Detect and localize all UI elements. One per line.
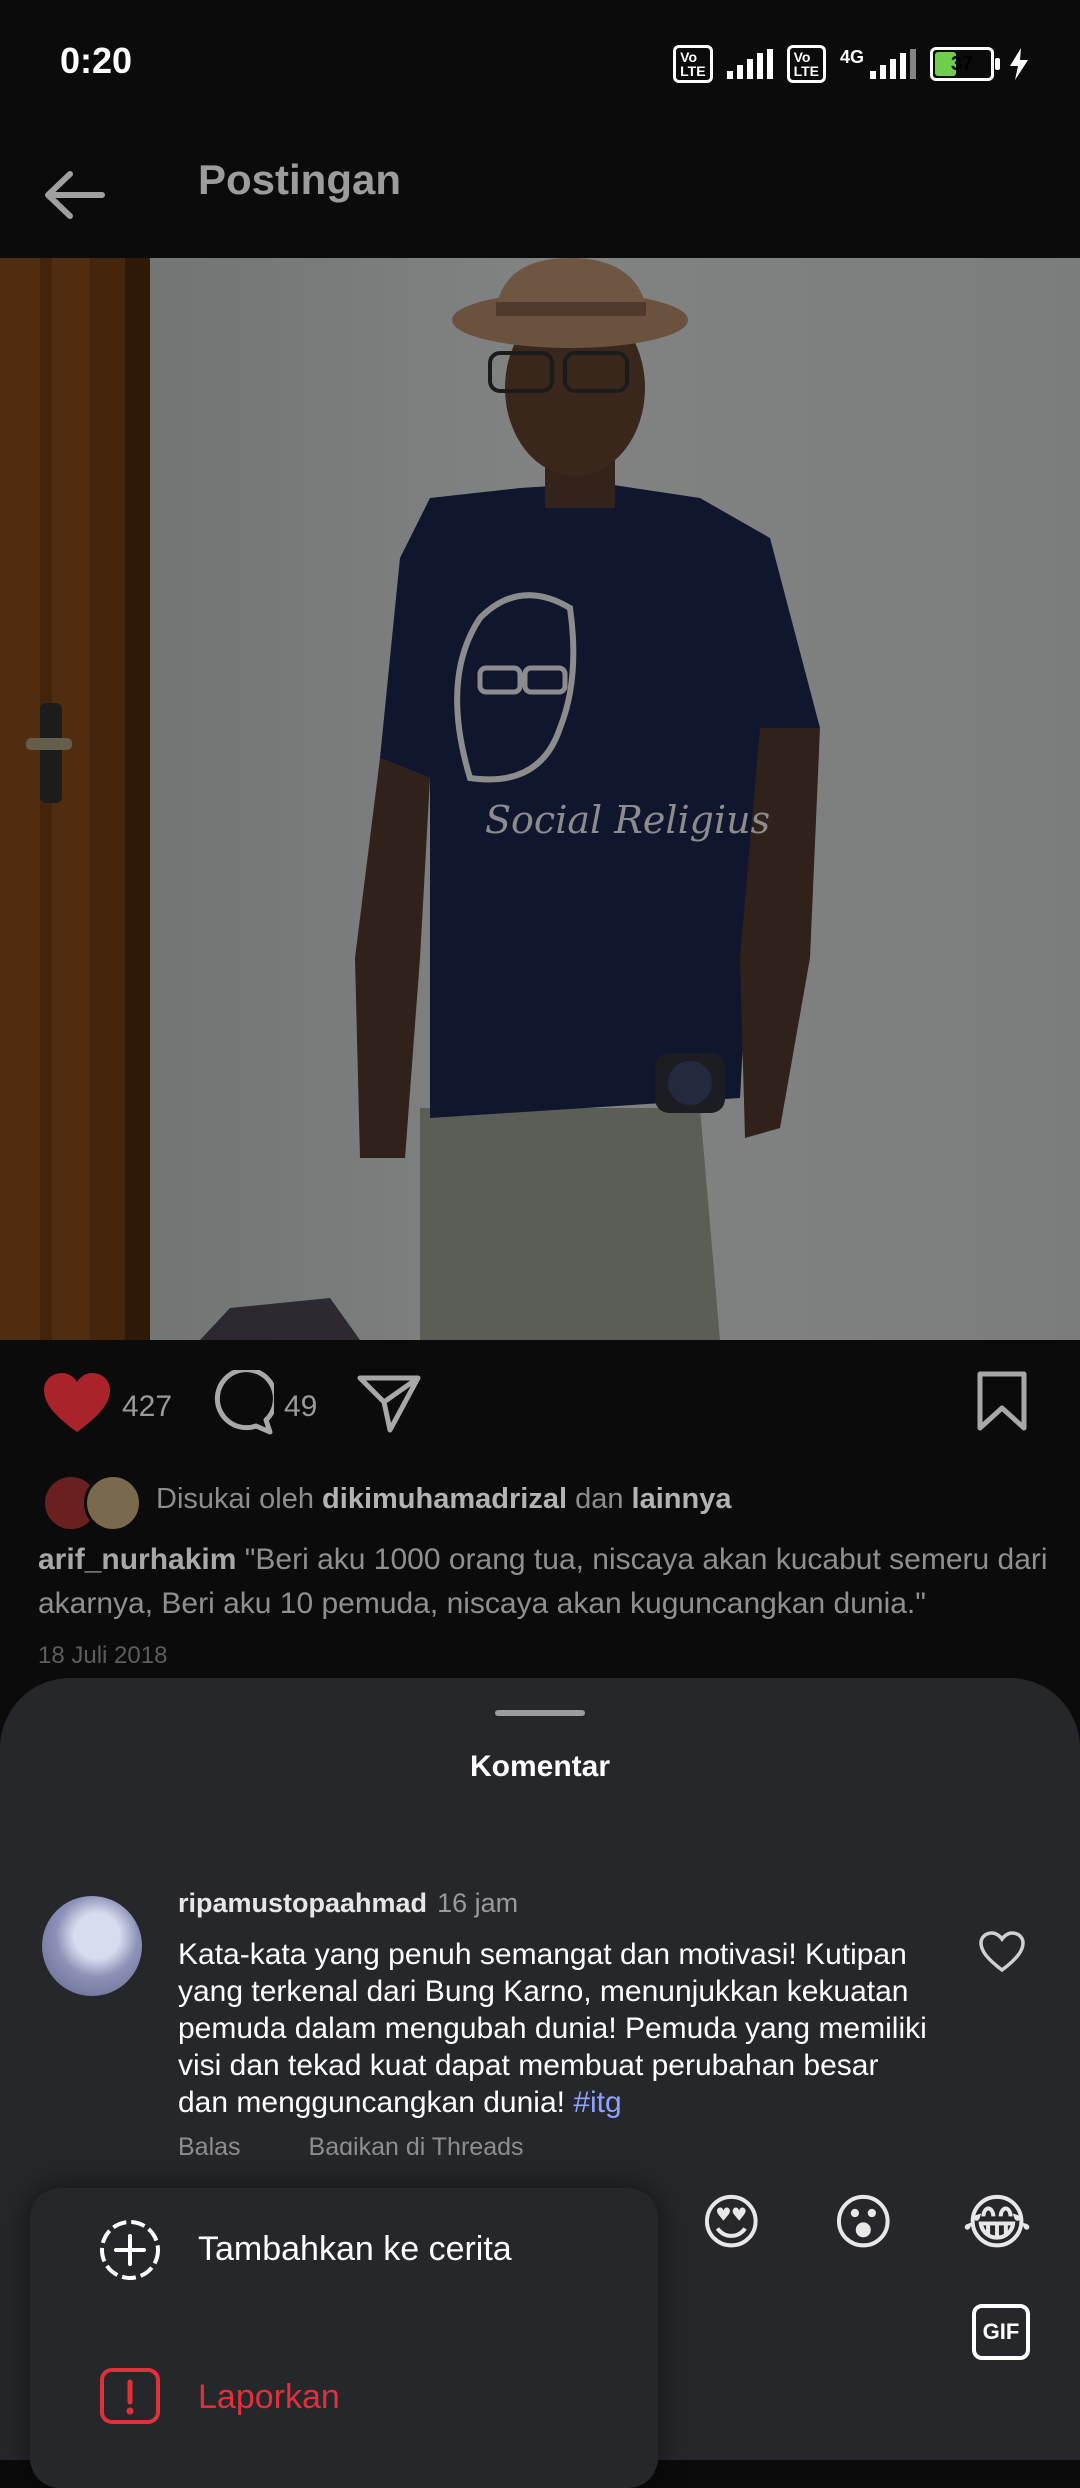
drag-handle[interactable] — [495, 1710, 585, 1716]
signal-icon — [726, 49, 773, 79]
comment-time: 16 jam — [437, 1888, 519, 1918]
add-circle-icon — [100, 2220, 160, 2280]
battery-level: 37 — [950, 52, 974, 75]
menu-item-add-to-story[interactable]: Tambahkan ke cerita — [30, 2188, 658, 2308]
post-image: Social Religius — [0, 258, 1080, 1340]
comment-header: ripamustopaahmad 16 jam — [178, 1888, 518, 1919]
heart-eyes-emoji[interactable]: 😍 — [700, 2188, 763, 2258]
menu-label-add-to-story: Tambahkan ke cerita — [198, 2230, 512, 2268]
heart-filled-icon[interactable] — [42, 1372, 112, 1436]
liked-by-user[interactable]: dikimuhamadrizal — [322, 1483, 567, 1515]
post-photo[interactable]: Social Religius — [0, 258, 1080, 1340]
post-caption: arif_nurhakim "Beri aku 1000 orang tua, … — [38, 1538, 1048, 1626]
report-icon — [100, 2368, 160, 2424]
comments-count[interactable]: 49 — [284, 1390, 317, 1424]
battery-icon: 37 — [930, 47, 1000, 81]
arrow-left-icon[interactable] — [40, 160, 110, 230]
post-actions: 427 49 — [0, 1340, 1080, 1470]
heart-outline-icon[interactable] — [978, 1930, 1026, 1974]
reply-button[interactable]: Balas — [178, 2133, 241, 2155]
liked-by-others[interactable]: lainnya — [632, 1483, 732, 1515]
bookmark-icon[interactable] — [976, 1370, 1028, 1432]
comment-actions: Balas Bagikan di Threads — [178, 2133, 592, 2155]
status-bar: 0:20 Vo LTE Vo LTE 4G 37 — [0, 0, 1080, 130]
top-app-bar: Postingan — [0, 130, 1080, 258]
share-icon[interactable] — [356, 1372, 422, 1434]
charging-icon — [1010, 48, 1028, 80]
liked-by-text[interactable]: Disukai oleh dikimuhamadrizal dan lainny… — [156, 1483, 731, 1516]
status-time: 0:20 — [60, 40, 133, 81]
gif-button[interactable]: GIF — [972, 2304, 1030, 2360]
volte-icon: Vo LTE — [673, 45, 713, 83]
commenter-avatar[interactable] — [42, 1896, 142, 1996]
signal-icon — [870, 49, 916, 79]
laughing-emoji[interactable]: 😂 — [962, 2188, 1032, 2258]
comment-icon[interactable] — [208, 1370, 274, 1436]
comment-text: Kata-kata yang penuh semangat dan motiva… — [178, 1938, 927, 2119]
menu-item-report[interactable]: Laporkan — [30, 2336, 658, 2456]
post-date: 18 Juli 2018 — [38, 1642, 168, 1669]
comment-hashtag[interactable]: #itg — [573, 2086, 621, 2119]
likes-count[interactable]: 427 — [122, 1390, 172, 1424]
context-menu: Tambahkan ke cerita Laporkan — [30, 2188, 658, 2488]
sheet-title: Komentar — [469, 1750, 611, 1783]
share-threads-button[interactable]: Bagikan di Threads — [309, 2133, 524, 2155]
status-icons: Vo LTE Vo LTE 4G 37 — [673, 44, 1030, 84]
menu-label-report: Laporkan — [198, 2378, 340, 2416]
volte-icon: Vo LTE — [786, 45, 826, 83]
comment-username[interactable]: ripamustopaahmad — [178, 1888, 427, 1918]
page-title: Postingan — [198, 156, 402, 203]
surprised-emoji[interactable]: 😮 — [832, 2188, 895, 2258]
network-type: 4G — [839, 46, 864, 67]
caption-username[interactable]: arif_nurhakim — [38, 1543, 236, 1576]
liker-avatar — [84, 1474, 142, 1532]
